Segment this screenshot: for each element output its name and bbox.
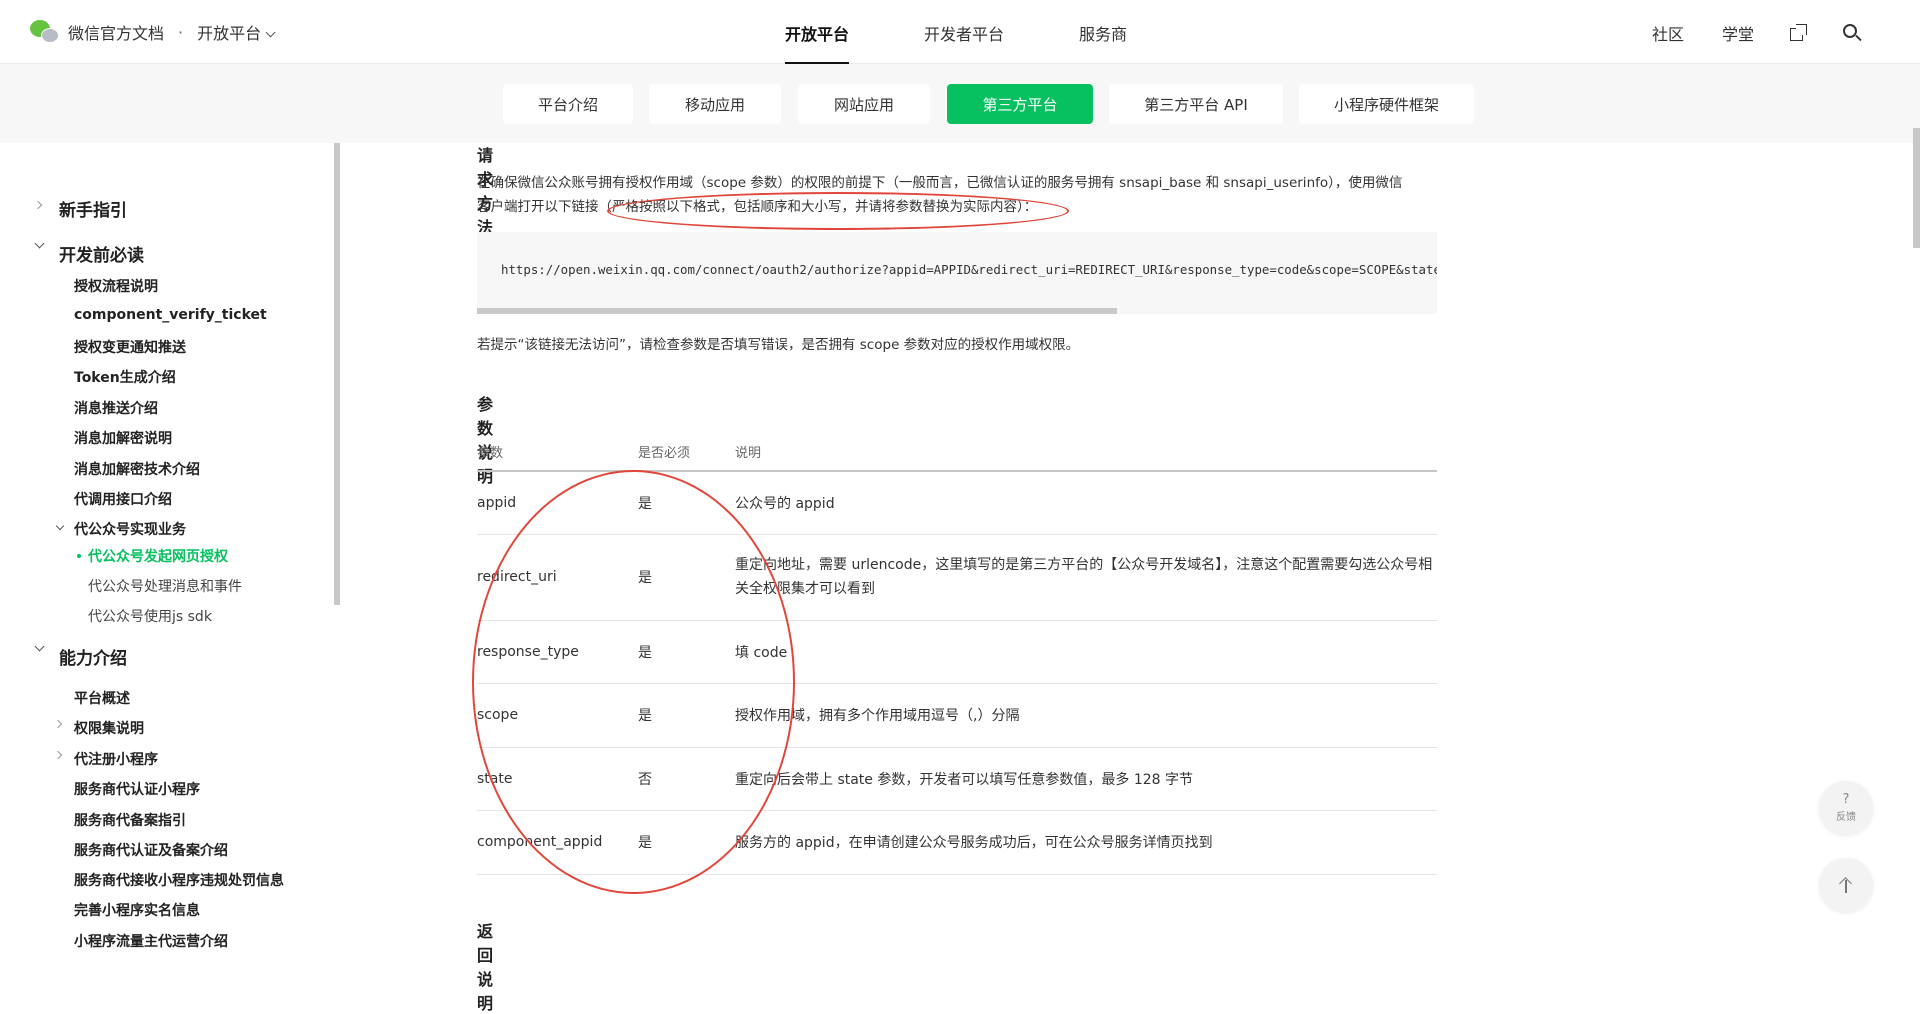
sidebar-item[interactable]: 服务商代接收小程序违规处罚信息 <box>74 870 284 890</box>
cell-param: response_type <box>477 620 638 684</box>
sidebar-item[interactable]: 服务商代认证小程序 <box>74 779 200 799</box>
nav-developer-platform[interactable]: 开发者平台 <box>924 0 1004 64</box>
sidebar-item[interactable]: 服务商代认证及备案介绍 <box>74 840 228 860</box>
cell-desc: 授权作用域，拥有多个作用域用逗号（,）分隔 <box>735 683 1437 748</box>
chevron-down-icon <box>265 27 276 38</box>
cell-desc: 公众号的 appid <box>735 471 1437 535</box>
chevron-right-icon <box>53 719 63 729</box>
cell-desc: 填 code <box>735 620 1437 684</box>
table-row: redirect_uri 是 重定向地址，需要 urlencode，这里填写的是… <box>477 534 1437 621</box>
sidebar-item[interactable]: 平台概述 <box>74 688 130 708</box>
cell-desc: 重定向地址，需要 urlencode，这里填写的是第三方平台的【公众号开发域名】… <box>735 534 1437 621</box>
return-heading: 返回说明 <box>477 922 494 1013</box>
code-block[interactable]: https://open.weixin.qq.com/connect/oauth… <box>477 232 1437 314</box>
cell-param: state <box>477 747 638 811</box>
sidebar-item[interactable]: component_verify_ticket <box>74 307 267 323</box>
sidebar-item[interactable]: 代调用接口介绍 <box>74 489 172 509</box>
tip-paragraph: 若提示“该链接无法访问”，请检查参数是否填写错误，是否拥有 scope 参数对应… <box>477 337 1080 353</box>
auth-url-code: https://open.weixin.qq.com/connect/oauth… <box>501 262 1437 277</box>
header-param: 参数 <box>477 433 638 472</box>
brand-separator: · <box>178 22 184 42</box>
academy-link[interactable]: 学堂 <box>1722 21 1754 45</box>
tab-third-party-platform[interactable]: 第三方平台 <box>947 84 1093 124</box>
chevron-down-icon <box>34 238 45 249</box>
sidebar-item[interactable]: 消息加解密说明 <box>74 428 172 448</box>
tab-mini-program-hardware[interactable]: 小程序硬件框架 <box>1299 84 1474 124</box>
sidebar-item[interactable]: 权限集说明 <box>74 718 144 738</box>
request-paragraph-line1: 在确保微信公众账号拥有授权作用域（scope 参数）的权限的前提下（一般而言，已… <box>477 175 1403 191</box>
cell-param: redirect_uri <box>477 534 638 621</box>
chevron-down-icon <box>34 641 45 652</box>
tab-third-party-api[interactable]: 第三方平台 API <box>1109 84 1283 124</box>
chevron-right-icon <box>53 750 63 760</box>
cell-param: scope <box>477 683 638 748</box>
sidebar-item[interactable]: Token生成介绍 <box>74 367 176 387</box>
sidebar-item[interactable]: 消息加解密技术介绍 <box>74 459 200 479</box>
nav-service-provider[interactable]: 服务商 <box>1079 0 1127 64</box>
table-row: state 否 重定向后会带上 state 参数，开发者可以填写任意参数值，最多… <box>477 747 1437 811</box>
question-icon: ? <box>1842 792 1850 807</box>
cell-required: 否 <box>638 747 735 811</box>
top-nav: 开放平台 开发者平台 服务商 <box>785 0 1202 64</box>
brand[interactable]: 微信官方文档 · 开放平台 <box>30 18 276 46</box>
params-table: 参数 是否必须 说明 appid 是 公众号的 appid redirect_u… <box>477 433 1437 875</box>
feedback-button[interactable]: ? 反馈 <box>1819 781 1873 835</box>
sidebar: 新手指引 开发前必读 授权流程说明 component_verify_ticke… <box>0 143 336 953</box>
top-bar: 微信官方文档 · 开放平台 开放平台 开发者平台 服务商 社区 学堂 <box>0 0 1920 64</box>
cell-required: 是 <box>638 683 735 748</box>
tab-platform-intro[interactable]: 平台介绍 <box>503 84 633 124</box>
cell-required: 是 <box>638 534 735 621</box>
cell-required: 是 <box>638 471 735 535</box>
table-row: response_type 是 填 code <box>477 620 1437 684</box>
request-paragraph-line2: 客户端打开以下链接（严格按照以下格式，包括顺序和大小写，并请将参数替换为实际内容… <box>477 199 1038 215</box>
sidebar-item[interactable]: 授权变更通知推送 <box>74 337 186 357</box>
cell-required: 是 <box>638 620 735 684</box>
cell-desc: 重定向后会带上 state 参数，开发者可以填写任意参数值，最多 128 字节 <box>735 747 1437 811</box>
code-horizontal-scrollbar[interactable] <box>477 308 1117 314</box>
sidebar-item[interactable]: 小程序流量主代运营介绍 <box>74 931 228 951</box>
tab-website-app[interactable]: 网站应用 <box>798 84 930 124</box>
sidebar-item[interactable]: 代公众号使用js sdk <box>88 606 212 626</box>
sidebar-section-abilities[interactable]: 能力介绍 <box>59 644 127 669</box>
site-title: 微信官方文档 <box>68 24 165 43</box>
sidebar-section-beginner[interactable]: 新手指引 <box>59 196 127 221</box>
wechat-logo-icon <box>30 18 60 46</box>
chevron-right-icon <box>33 200 43 210</box>
cell-param: component_appid <box>477 810 638 875</box>
cell-desc: 服务方的 appid，在申请创建公众号服务成功后，可在公众号服务详情页找到 <box>735 810 1437 875</box>
arrow-up-icon <box>1839 877 1853 893</box>
feedback-label: 反馈 <box>1836 812 1856 823</box>
sidebar-scrollbar[interactable] <box>334 143 340 605</box>
table-row: component_appid 是 服务方的 appid，在申请创建公众号服务成… <box>477 810 1437 875</box>
chevron-down-icon <box>55 521 65 531</box>
tab-mobile-app[interactable]: 移动应用 <box>649 84 781 124</box>
sidebar-item[interactable]: 代公众号处理消息和事件 <box>88 576 242 596</box>
sidebar-item[interactable]: 服务商代备案指引 <box>74 810 186 830</box>
table-row: scope 是 授权作用域，拥有多个作用域用逗号（,）分隔 <box>477 683 1437 748</box>
search-icon[interactable] <box>1842 23 1862 43</box>
cell-param: appid <box>477 471 638 535</box>
sidebar-item[interactable]: 完善小程序实名信息 <box>74 900 200 920</box>
sidebar-item-web-auth-active[interactable]: 代公众号发起网页授权 <box>88 546 228 566</box>
back-to-top-button[interactable] <box>1819 858 1873 912</box>
page-scrollbar[interactable] <box>1913 128 1920 248</box>
header-desc: 说明 <box>735 433 1437 472</box>
external-link-icon[interactable] <box>1788 23 1808 43</box>
table-row: appid 是 公众号的 appid <box>477 471 1437 535</box>
category-tab-bar: 平台介绍 移动应用 网站应用 第三方平台 第三方平台 API 小程序硬件框架 <box>0 64 1920 143</box>
community-link[interactable]: 社区 <box>1652 21 1684 45</box>
cell-required: 是 <box>638 810 735 875</box>
sidebar-item[interactable]: 授权流程说明 <box>74 276 158 296</box>
header-required: 是否必须 <box>638 433 735 472</box>
section-dropdown[interactable]: 开放平台 <box>197 20 276 44</box>
nav-open-platform[interactable]: 开放平台 <box>785 0 850 64</box>
sidebar-item-official-account-business[interactable]: 代公众号实现业务 <box>74 519 186 539</box>
sidebar-item[interactable]: 消息推送介绍 <box>74 398 158 418</box>
section-dropdown-label: 开放平台 <box>197 24 262 43</box>
top-right: 社区 学堂 <box>1614 21 1862 45</box>
table-header-row: 参数 是否必须 说明 <box>477 433 1437 472</box>
sidebar-section-dev-prereq[interactable]: 开发前必读 <box>59 241 144 266</box>
sidebar-item[interactable]: 代注册小程序 <box>74 749 158 769</box>
active-bullet-icon <box>77 554 81 558</box>
